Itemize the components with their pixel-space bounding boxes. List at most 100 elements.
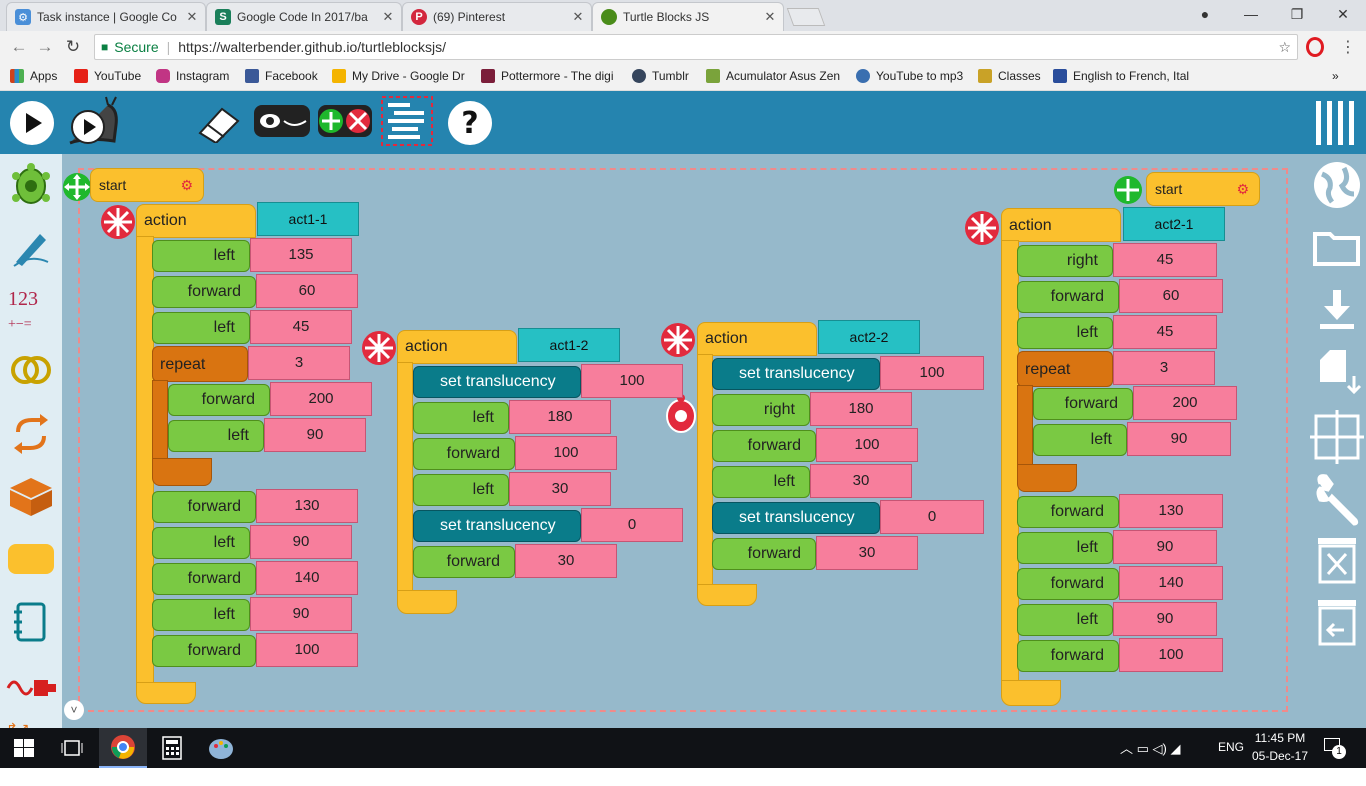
minimize-icon[interactable]: — [1228, 0, 1274, 28]
set-translucency-block[interactable]: set translucency [413, 366, 581, 398]
bookmark-facebook[interactable]: Facebook [245, 67, 325, 85]
task-view-icon[interactable] [61, 739, 83, 757]
back-arrow-icon[interactable]: ← [8, 37, 30, 57]
bookmark-my-drive[interactable]: My Drive - Google Dr [332, 67, 468, 85]
number-arg[interactable]: 45 [1113, 243, 1217, 277]
turtle-sprite-icon[interactable] [662, 394, 700, 436]
bookmark-tumblr[interactable]: Tumblr [632, 67, 696, 85]
new-document-icon[interactable] [1316, 350, 1362, 400]
new-tab-button[interactable] [786, 8, 826, 26]
close-icon[interactable]: ✕ [569, 9, 587, 25]
save-download-icon[interactable] [1316, 288, 1358, 332]
star-icon[interactable]: ☆ [1278, 39, 1291, 56]
collapse-stack-icon[interactable] [100, 204, 136, 240]
language-indicator[interactable]: ENG [1218, 740, 1244, 754]
left-block[interactable]: left [1017, 604, 1113, 636]
left-block[interactable]: left [712, 466, 810, 498]
expand-collapse-icon[interactable] [1113, 175, 1143, 205]
number-arg[interactable]: 0 [880, 500, 984, 534]
bookmark-instagram[interactable]: Instagram [156, 67, 236, 85]
trash-icon[interactable] [1314, 536, 1360, 584]
bookmark-youtube-mp3[interactable]: YouTube to mp3 [856, 67, 968, 85]
number-arg[interactable]: 30 [816, 536, 918, 570]
windows-start-icon[interactable] [14, 739, 34, 757]
forward-block[interactable]: forward [1017, 496, 1119, 528]
clean-up-blocks-icon[interactable] [380, 95, 434, 147]
left-block[interactable]: left [1017, 532, 1113, 564]
action-name-arg[interactable]: act2-2 [818, 320, 920, 354]
left-block[interactable]: left [413, 474, 509, 506]
number-arg[interactable]: 100 [515, 436, 617, 470]
calculator-taskbar-button[interactable] [148, 728, 196, 768]
reload-icon[interactable]: ↻ [62, 37, 84, 57]
bookmark-wordreference[interactable]: English to French, Ital [1053, 67, 1191, 85]
number-arg[interactable]: 45 [1113, 315, 1217, 349]
forward-block[interactable]: forward [413, 438, 515, 470]
clock-time[interactable]: 11:45 PM [1250, 731, 1310, 745]
bookmark-classes[interactable]: Classes [978, 67, 1044, 85]
tab-google-code-in[interactable]: S Google Code In 2017/ba ✕ [206, 2, 402, 31]
turtle-palette-icon[interactable] [10, 162, 52, 208]
number-arg[interactable]: 3 [1113, 351, 1215, 385]
number-arg[interactable]: 30 [509, 472, 611, 506]
run-play-icon[interactable] [8, 99, 56, 147]
eraser-icon[interactable] [196, 103, 242, 143]
number-arg[interactable]: 3 [248, 346, 350, 380]
folder-open-icon[interactable] [1312, 226, 1362, 268]
number-arg[interactable]: 140 [256, 561, 358, 595]
left-block[interactable]: left [1033, 424, 1127, 456]
number-arg[interactable]: 60 [256, 274, 358, 308]
set-translucency-block[interactable]: set translucency [413, 510, 581, 542]
bookmark-acumulator[interactable]: Acumulator Asus Zen [706, 67, 844, 85]
close-icon[interactable]: ✕ [761, 9, 779, 25]
left-block[interactable]: left [152, 527, 250, 559]
number-arg[interactable]: 30 [515, 544, 617, 578]
left-block[interactable]: left [152, 240, 250, 272]
action-name-arg[interactable]: act1-2 [518, 328, 620, 362]
number-arg[interactable]: 130 [256, 489, 358, 523]
number-arg[interactable]: 45 [250, 310, 352, 344]
help-icon[interactable]: ? [446, 99, 494, 147]
show-hide-blocks-icon[interactable] [252, 99, 312, 143]
chevron-down-icon[interactable]: ˅ [64, 700, 84, 720]
number-arg[interactable]: 100 [816, 428, 918, 462]
bookmark-apps[interactable]: Apps [10, 67, 70, 85]
action-palette-icon[interactable] [8, 544, 54, 574]
url-input[interactable]: ■ Secure | https://walterbender.github.i… [94, 34, 1298, 60]
settings-wrench-icon[interactable] [1310, 472, 1364, 526]
number-arg[interactable]: 60 [1119, 279, 1223, 313]
number-arg[interactable]: 30 [810, 464, 912, 498]
flow-palette-icon[interactable] [12, 414, 50, 454]
set-translucency-block[interactable]: set translucency [712, 502, 880, 534]
number-palette-icon[interactable]: 123 +−= [8, 288, 54, 334]
close-window-icon[interactable]: ✕ [1320, 0, 1366, 28]
number-arg[interactable]: 180 [810, 392, 912, 426]
bookmark-youtube[interactable]: YouTube [74, 67, 150, 85]
number-arg[interactable]: 200 [1133, 386, 1237, 420]
number-arg[interactable]: 90 [250, 597, 352, 631]
start-block[interactable]: start ⚙ [90, 168, 204, 202]
opera-icon[interactable] [1306, 37, 1324, 57]
forward-block[interactable]: forward [712, 430, 816, 462]
start-block[interactable]: start ⚙ [1146, 172, 1260, 206]
globe-icon[interactable] [1312, 160, 1362, 210]
tab-task-instance[interactable]: ⚙ Task instance | Google Co ✕ [6, 2, 206, 31]
action-name-arg[interactable]: act1-1 [257, 202, 359, 236]
number-arg[interactable]: 100 [256, 633, 358, 667]
left-block[interactable]: left [152, 312, 250, 344]
more-bookmarks-chevron[interactable]: » [1332, 67, 1346, 85]
forward-block[interactable]: forward [168, 384, 270, 416]
boolean-palette-icon[interactable] [10, 352, 52, 388]
left-block[interactable]: left [168, 420, 264, 452]
collapse-stack-icon[interactable] [660, 322, 696, 358]
forward-block[interactable]: forward [152, 276, 256, 308]
close-icon[interactable]: ✕ [379, 9, 397, 25]
main-menu-icon[interactable] [1310, 97, 1360, 149]
close-icon[interactable]: ✕ [183, 9, 201, 25]
number-arg[interactable]: 135 [250, 238, 352, 272]
forward-block[interactable]: forward [152, 491, 256, 523]
right-block[interactable]: right [1017, 245, 1113, 277]
forward-block[interactable]: forward [712, 538, 816, 570]
number-arg[interactable]: 130 [1119, 494, 1223, 528]
action-name-arg[interactable]: act2-1 [1123, 207, 1225, 241]
